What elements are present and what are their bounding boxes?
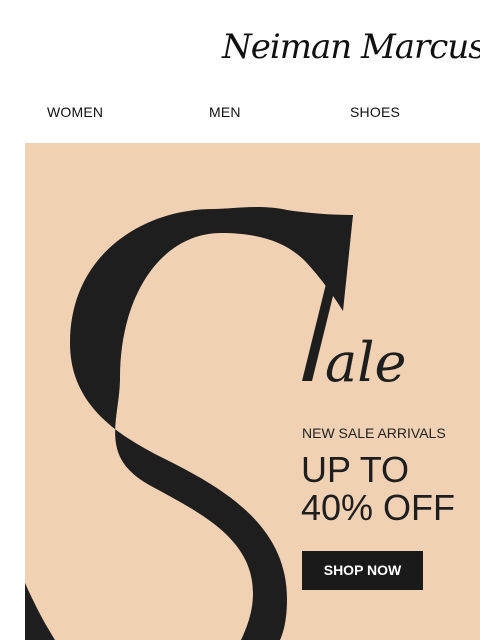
offer-line-2: 40% OFF	[301, 487, 456, 528]
sale-hero-banner[interactable]: ale NEW SALE ARRIVALS UP TO 40% OFF SHOP…	[25, 143, 480, 640]
main-nav: WOMEN MEN SHOES	[0, 98, 480, 128]
nav-item-women[interactable]: WOMEN	[47, 104, 103, 120]
nav-item-shoes[interactable]: SHOES	[350, 104, 400, 120]
ale-letters: ale	[325, 331, 406, 394]
nav-item-men[interactable]: MEN	[209, 104, 241, 120]
offer-line-1: UP TO	[301, 449, 410, 490]
hero-offer: UP TO 40% OFF	[301, 451, 455, 527]
brand-logo: Neiman Marcus	[222, 27, 480, 67]
shop-now-button[interactable]: SHOP NOW	[302, 551, 423, 590]
hero-subtitle: NEW SALE ARRIVALS	[302, 425, 446, 441]
email-header: Neiman Marcus	[0, 0, 480, 95]
